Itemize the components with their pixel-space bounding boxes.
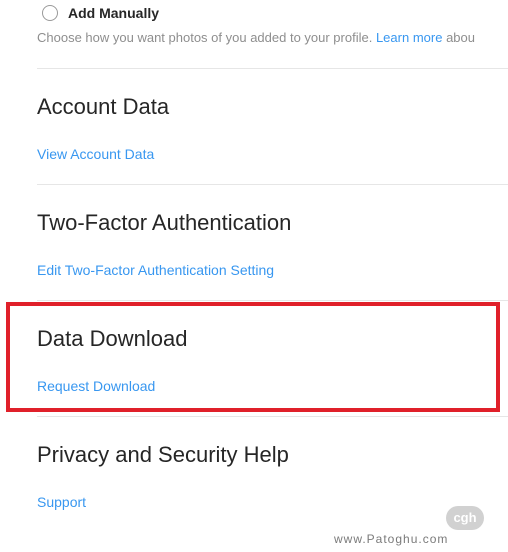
support-link[interactable]: Support (37, 494, 86, 510)
request-download-link[interactable]: Request Download (37, 378, 155, 394)
two-factor-title: Two-Factor Authentication (37, 210, 292, 235)
divider (37, 416, 508, 417)
photo-help-text-suffix: abou (446, 30, 475, 45)
data-download-title: Data Download (37, 326, 188, 351)
learn-more-link[interactable]: Learn more (376, 30, 442, 45)
add-manually-label: Add Manually (68, 5, 160, 21)
edit-two-factor-link[interactable]: Edit Two-Factor Authentication Setting (37, 262, 274, 278)
watermark-site-text: www.Patoghu.com (334, 532, 449, 546)
highlight-annotation (6, 302, 500, 412)
privacy-help-title: Privacy and Security Help (37, 442, 289, 467)
view-account-data-link[interactable]: View Account Data (37, 146, 154, 162)
watermark-logo-icon: cgh (446, 506, 484, 530)
add-manually-option[interactable]: Add Manually (42, 2, 159, 24)
radio-button[interactable] (42, 5, 58, 21)
account-data-title: Account Data (37, 94, 170, 119)
photo-help-text-body: Choose how you want photos of you added … (37, 30, 373, 45)
photo-help-text: Choose how you want photos of you added … (37, 30, 508, 45)
divider (37, 68, 508, 69)
divider (37, 300, 508, 301)
divider (37, 184, 508, 185)
